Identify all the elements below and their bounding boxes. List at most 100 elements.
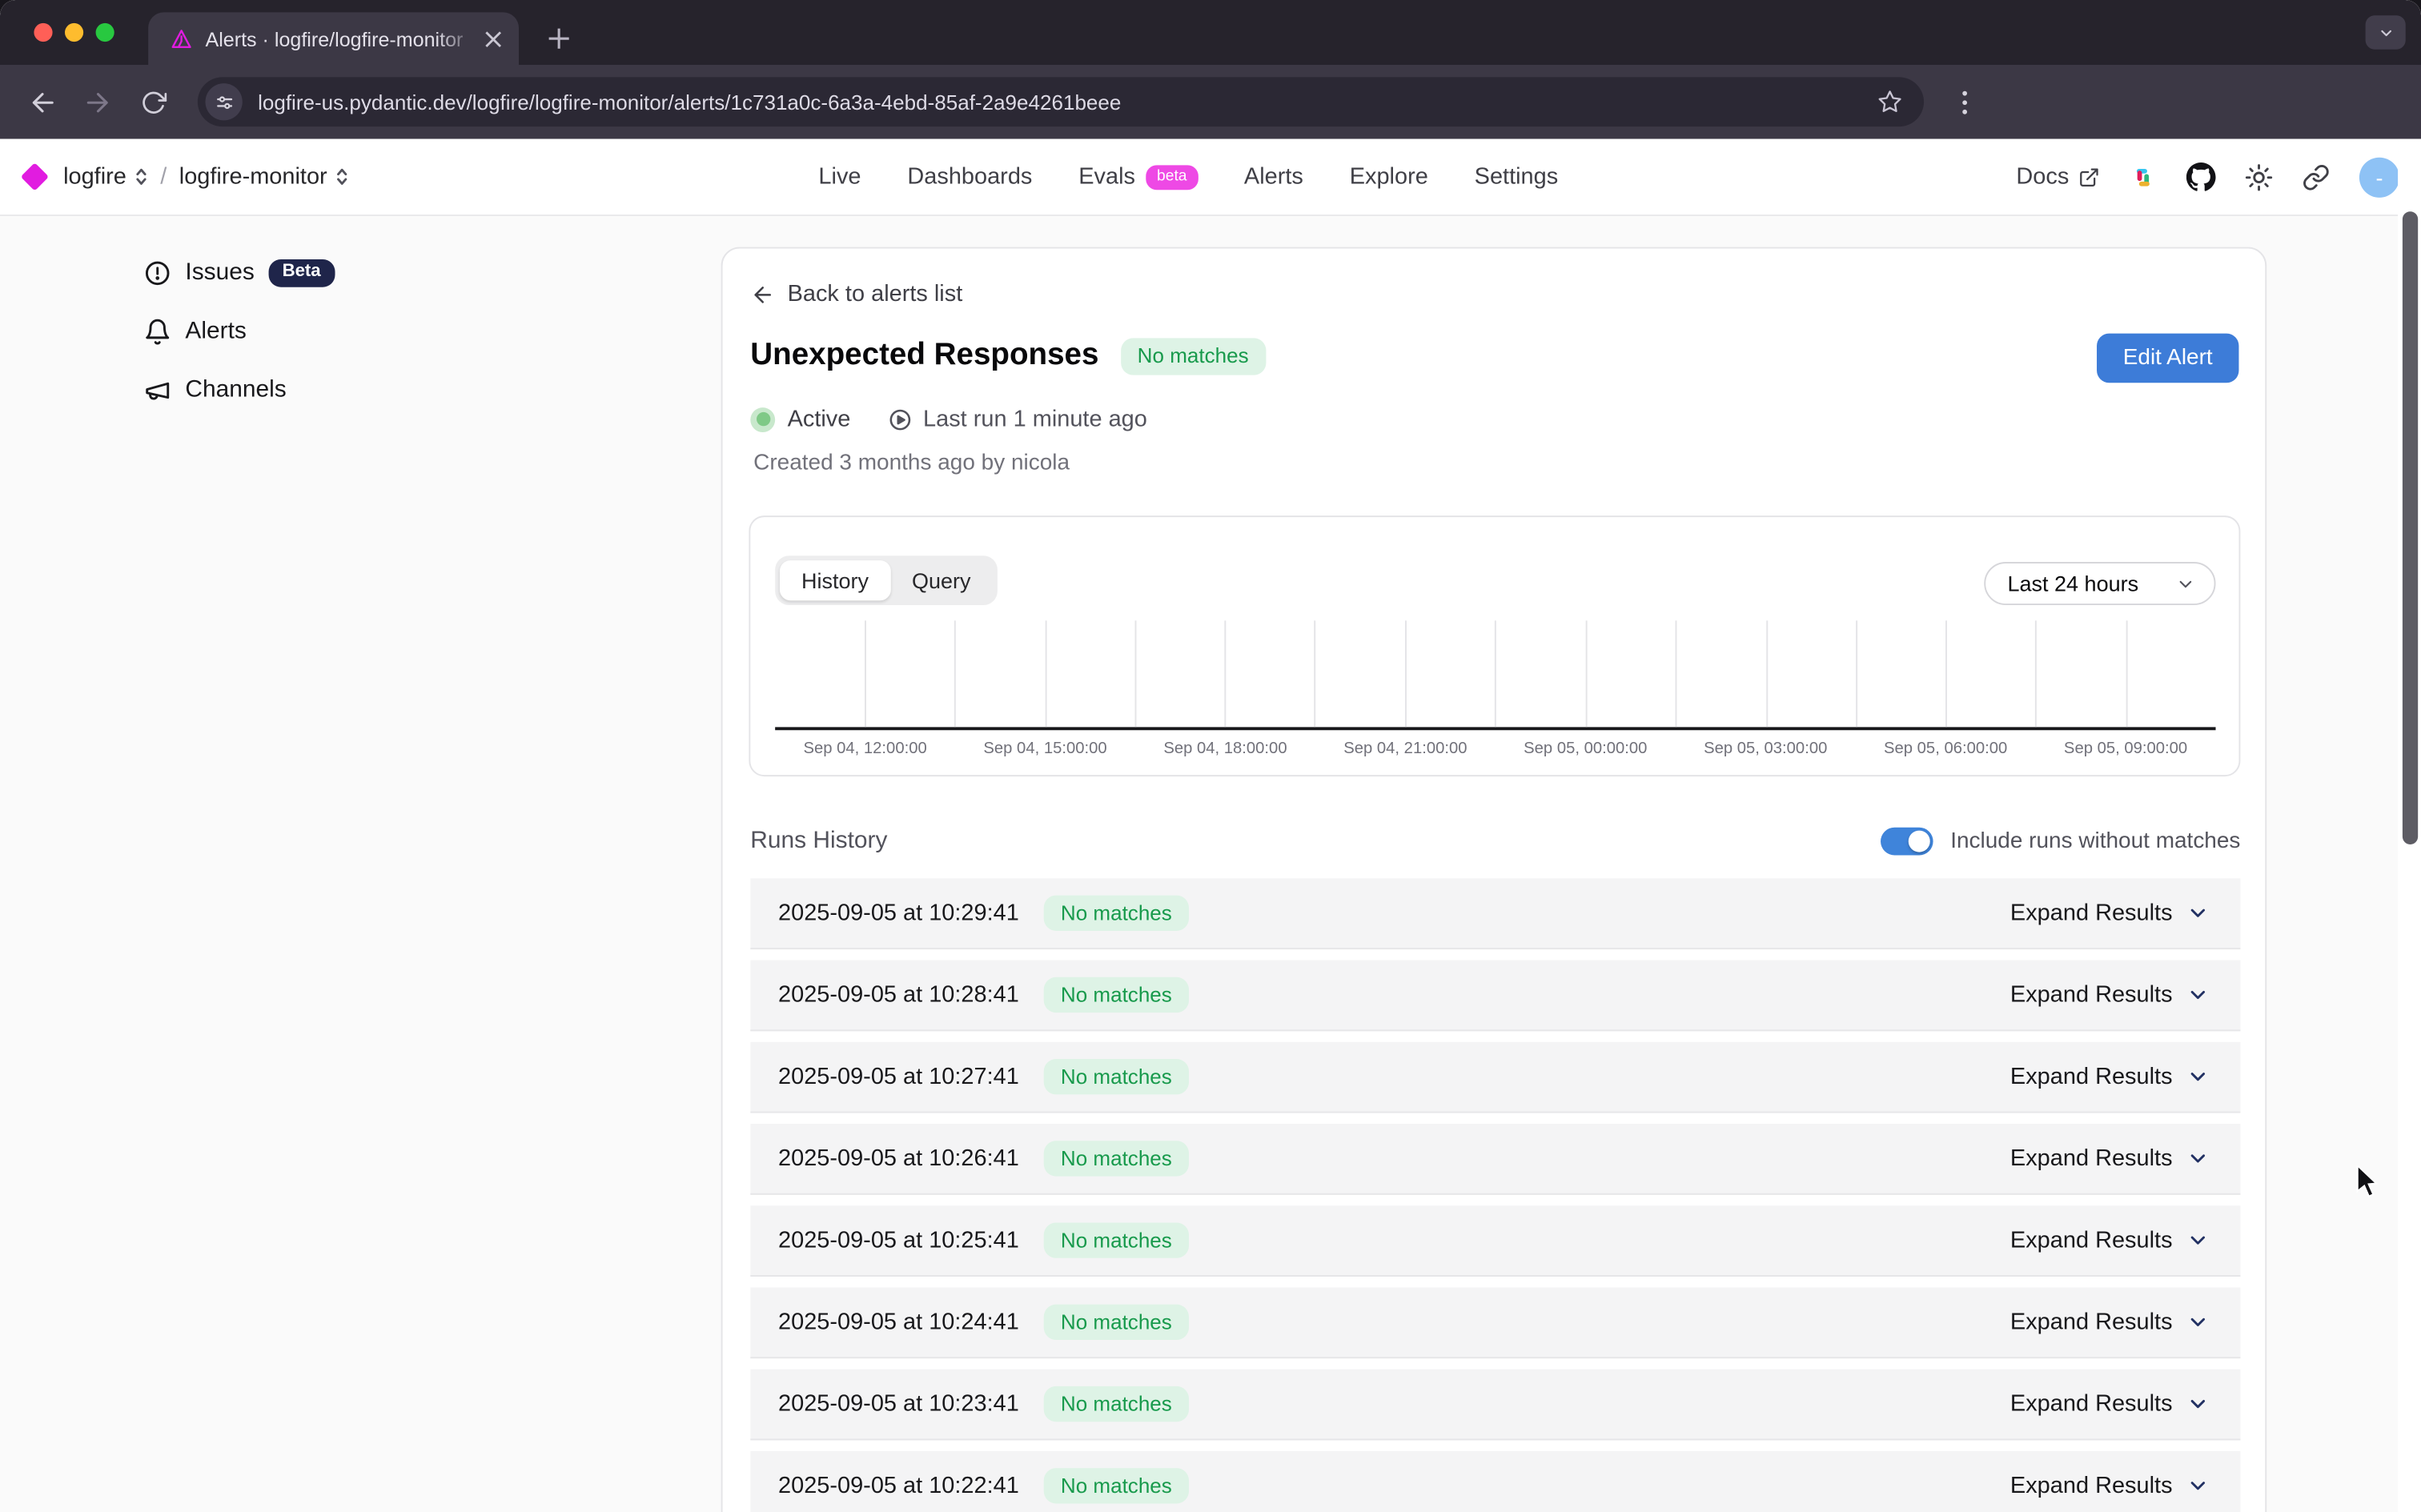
expand-results-button[interactable]: Expand Results: [2010, 982, 2210, 1009]
expand-results-button[interactable]: Expand Results: [2010, 1064, 2210, 1090]
run-row[interactable]: 2025-09-05 at 10:27:41 No matches Expand…: [750, 1042, 2240, 1113]
sidebar-item-label: Issues: [185, 259, 254, 287]
user-avatar[interactable]: -: [2359, 157, 2399, 197]
chevron-down-icon: [2186, 1229, 2210, 1252]
nav-live[interactable]: Live: [818, 163, 861, 190]
tab-history[interactable]: History: [780, 560, 890, 600]
org-selector[interactable]: logfire: [63, 163, 148, 190]
chart-gridlines: [775, 620, 2215, 727]
include-runs-toggle[interactable]: [1881, 828, 1933, 856]
nav-alerts[interactable]: Alerts: [1244, 163, 1303, 190]
expand-results-button[interactable]: Expand Results: [2010, 1309, 2210, 1335]
chevron-down-icon: [2186, 1474, 2210, 1498]
url-text[interactable]: logfire-us.pydantic.dev/logfire/logfire-…: [258, 90, 1871, 114]
history-query-tabs: History Query: [775, 555, 997, 605]
run-timestamp: 2025-09-05 at 10:28:41: [778, 982, 1019, 1009]
run-row[interactable]: 2025-09-05 at 10:23:41 No matches Expand…: [750, 1370, 2240, 1441]
expand-results-label: Expand Results: [2010, 982, 2173, 1009]
history-card: History Query Last 24 hours Sep 04, 12:0…: [749, 515, 2240, 776]
expand-results-label: Expand Results: [2010, 1309, 2173, 1335]
nav-evals[interactable]: Evalsbeta: [1078, 163, 1198, 190]
alert-detail-panel: Back to alerts list Unexpected Responses…: [721, 247, 2267, 1512]
run-row[interactable]: 2025-09-05 at 10:22:41 No matches Expand…: [750, 1451, 2240, 1512]
issues-beta-badge: Beta: [268, 259, 335, 288]
run-row[interactable]: 2025-09-05 at 10:24:41 No matches Expand…: [750, 1287, 2240, 1358]
run-timestamp: 2025-09-05 at 10:22:41: [778, 1473, 1019, 1499]
maximize-window-button[interactable]: [96, 23, 114, 42]
edit-alert-button[interactable]: Edit Alert: [2097, 334, 2238, 383]
chevron-down-icon: [2186, 901, 2210, 924]
expand-results-button[interactable]: Expand Results: [2010, 900, 2210, 926]
expand-results-label: Expand Results: [2010, 1145, 2173, 1172]
x-axis-tick-label: Sep 04, 15:00:00: [955, 740, 1135, 758]
expand-results-button[interactable]: Expand Results: [2010, 1473, 2210, 1499]
x-axis-tick-label: Sep 04, 21:00:00: [1315, 740, 1496, 758]
sidebar-item-channels[interactable]: Channels: [143, 372, 335, 409]
chart-gridline-cell: [1315, 620, 1495, 727]
theme-sun-icon[interactable]: [2245, 162, 2273, 191]
close-window-button[interactable]: [34, 23, 52, 42]
gridline: [2126, 620, 2128, 727]
x-axis-tick-label: Sep 05, 03:00:00: [1676, 740, 1856, 758]
browser-menu-icon[interactable]: [1945, 83, 1982, 120]
nav-dashboards[interactable]: Dashboards: [907, 163, 1032, 190]
sidebar-item-label: Channels: [185, 377, 286, 405]
docs-link[interactable]: Docs: [2016, 163, 2100, 190]
nav-explore[interactable]: Explore: [1350, 163, 1428, 190]
site-controls-icon[interactable]: [206, 83, 243, 120]
expand-results-button[interactable]: Expand Results: [2010, 1227, 2210, 1253]
run-row[interactable]: 2025-09-05 at 10:29:41 No matches Expand…: [750, 878, 2240, 949]
project-selector[interactable]: logfire-monitor: [179, 163, 349, 190]
gridline: [1585, 620, 1587, 727]
expand-results-button[interactable]: Expand Results: [2010, 1391, 2210, 1418]
expand-results-button[interactable]: Expand Results: [2010, 1145, 2210, 1172]
run-match-badge: No matches: [1044, 895, 1189, 931]
url-bar[interactable]: logfire-us.pydantic.dev/logfire/logfire-…: [198, 77, 1924, 126]
run-row[interactable]: 2025-09-05 at 10:28:41 No matches Expand…: [750, 961, 2240, 1032]
chart-gridline-cell: [954, 620, 1134, 727]
x-axis-tick-label: Sep 05, 09:00:00: [2036, 740, 2216, 758]
reload-icon[interactable]: [130, 78, 176, 125]
run-timestamp: 2025-09-05 at 10:24:41: [778, 1309, 1019, 1335]
page-title: Unexpected Responses: [750, 339, 1098, 374]
minimize-window-button[interactable]: [65, 23, 83, 42]
share-link-icon[interactable]: [2303, 162, 2331, 191]
tab-query[interactable]: Query: [890, 560, 993, 600]
chart-gridline-cell: [2035, 620, 2215, 727]
gridline: [1225, 620, 1227, 727]
browser-window: Alerts · logfire/logfire-monitor logfire…: [0, 0, 2421, 1512]
run-row[interactable]: 2025-09-05 at 10:26:41 No matches Expand…: [750, 1124, 2240, 1195]
run-match-badge: No matches: [1044, 1222, 1189, 1258]
run-timestamp: 2025-09-05 at 10:26:41: [778, 1145, 1019, 1172]
logfire-logo-icon: [21, 162, 49, 191]
chevron-down-icon: [2186, 1147, 2210, 1170]
tab-search-button[interactable]: [2366, 15, 2406, 49]
new-tab-button[interactable]: [537, 17, 580, 60]
slack-icon[interactable]: [2130, 162, 2158, 191]
chart-x-axis-labels: Sep 04, 12:00:00Sep 04, 15:00:00Sep 04, …: [775, 740, 2215, 758]
time-range-select[interactable]: Last 24 hours: [1985, 562, 2216, 605]
expand-results-label: Expand Results: [2010, 900, 2173, 926]
browser-tab[interactable]: Alerts · logfire/logfire-monitor: [148, 12, 519, 65]
breadcrumb: logfire / logfire-monitor: [25, 163, 349, 190]
sidebar-item-alerts[interactable]: Alerts: [143, 314, 335, 351]
run-row[interactable]: 2025-09-05 at 10:25:41 No matches Expand…: [750, 1205, 2240, 1277]
run-match-badge: No matches: [1044, 1141, 1189, 1177]
bookmark-star-icon[interactable]: [1871, 83, 1908, 120]
nav-settings[interactable]: Settings: [1475, 163, 1559, 190]
chart-gridline-cell: [1675, 620, 1855, 727]
sidebar-item-issues[interactable]: Issues Beta: [143, 255, 335, 291]
expand-results-label: Expand Results: [2010, 1064, 2173, 1090]
history-chart: Sep 04, 12:00:00Sep 04, 15:00:00Sep 04, …: [775, 620, 2215, 758]
back-to-alerts-link[interactable]: Back to alerts list: [750, 281, 962, 307]
page-scrollbar-thumb[interactable]: [2403, 211, 2418, 844]
forward-icon[interactable]: [74, 78, 121, 125]
back-icon[interactable]: [18, 78, 65, 125]
megaphone-icon: [143, 377, 171, 405]
evals-beta-badge: beta: [1146, 164, 1198, 189]
chart-gridline-cell: [775, 620, 954, 727]
tab-close-icon[interactable]: [479, 25, 507, 53]
github-icon[interactable]: [2186, 162, 2216, 192]
run-match-badge: No matches: [1044, 1304, 1189, 1340]
runs-list: 2025-09-05 at 10:29:41 No matches Expand…: [750, 878, 2240, 1512]
